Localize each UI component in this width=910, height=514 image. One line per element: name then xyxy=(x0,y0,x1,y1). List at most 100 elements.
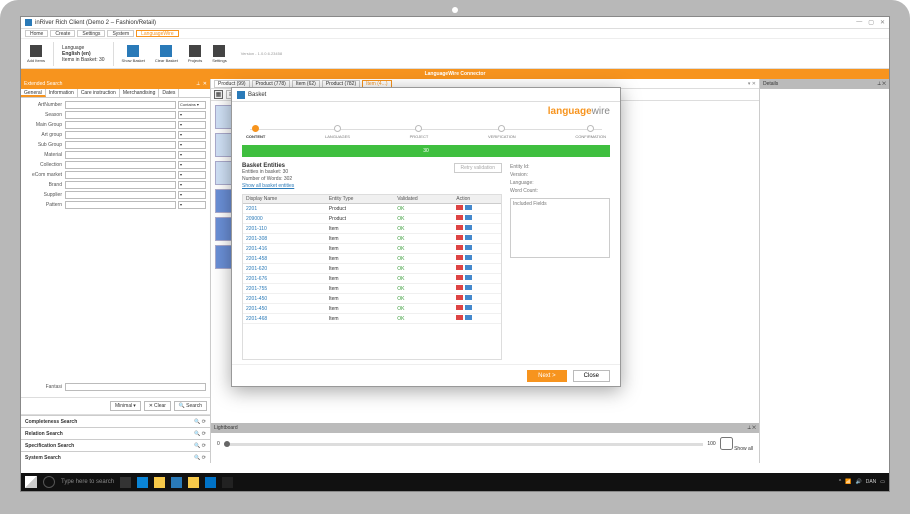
lightboard-header[interactable]: Lightboard⟂ ✕ xyxy=(211,423,759,433)
info-icon[interactable] xyxy=(465,225,472,230)
pin-icon[interactable]: ⟂ xyxy=(196,81,199,87)
language-selector[interactable]: LanguageEnglish (en) Items in Basket: 30 xyxy=(60,45,107,63)
table-row[interactable]: 2201-450ItemOK xyxy=(243,304,501,314)
clear-button[interactable]: ✕ Clear xyxy=(144,401,171,411)
explorer-icon[interactable] xyxy=(154,477,165,488)
system-tray[interactable]: ^ 📶 🔊 DAN ▭ xyxy=(839,479,885,485)
table-row[interactable]: 2201-110ItemOK xyxy=(243,224,501,234)
collapsed-system-search[interactable]: System Search🔍 ⟳ xyxy=(21,451,210,463)
show-all-link[interactable]: Show all basket entities xyxy=(242,183,294,189)
delete-icon[interactable] xyxy=(456,305,463,310)
info-icon[interactable] xyxy=(465,215,472,220)
field-input[interactable] xyxy=(65,141,176,149)
info-icon[interactable] xyxy=(465,255,472,260)
field-input[interactable] xyxy=(65,171,176,179)
close-icon[interactable]: ✕ xyxy=(880,19,885,26)
tab-merch[interactable]: Merchandising xyxy=(120,89,160,97)
retry-validation-button[interactable]: Retry validation xyxy=(454,163,502,173)
table-row[interactable]: 2201-755ItemOK xyxy=(243,284,501,294)
field-dropdown[interactable]: ▾ xyxy=(178,181,206,189)
delete-icon[interactable] xyxy=(456,285,463,290)
maximize-icon[interactable]: ▢ xyxy=(868,19,874,26)
field-input[interactable] xyxy=(65,101,176,109)
field-dropdown[interactable]: ▾ xyxy=(178,121,206,129)
info-icon[interactable] xyxy=(465,265,472,270)
delete-icon[interactable] xyxy=(456,245,463,250)
menu-languagewire[interactable]: LanguageWire xyxy=(136,30,179,37)
table-row[interactable]: 2201-450ItemOK xyxy=(243,294,501,304)
panel-close-icon[interactable]: ✕ xyxy=(203,81,207,87)
minimize-icon[interactable]: — xyxy=(856,19,862,26)
step-languages[interactable]: LANGUAGES xyxy=(325,125,350,139)
delete-icon[interactable] xyxy=(456,255,463,260)
step-project[interactable]: PROJECT xyxy=(410,125,429,139)
tray-chevron-icon[interactable]: ^ xyxy=(839,479,841,485)
delete-icon[interactable] xyxy=(456,205,463,210)
tab-care[interactable]: Care instruction xyxy=(78,89,120,97)
show-all-checkbox[interactable]: Show all xyxy=(720,437,753,452)
delete-icon[interactable] xyxy=(456,275,463,280)
step-content[interactable]: CONTENT xyxy=(246,125,265,139)
table-row[interactable]: 2201-308ItemOK xyxy=(243,234,501,244)
ribbon-settings-button[interactable]: Settings xyxy=(210,44,228,64)
delete-icon[interactable] xyxy=(456,225,463,230)
add-items-button[interactable]: Add Items xyxy=(25,44,47,64)
field-dropdown[interactable]: ▾ xyxy=(178,171,206,179)
field-input[interactable] xyxy=(65,201,176,209)
info-icon[interactable] xyxy=(465,205,472,210)
th-entitytype[interactable]: Entity Type xyxy=(326,195,394,204)
field-dropdown[interactable]: ▾ xyxy=(178,151,206,159)
delete-icon[interactable] xyxy=(456,235,463,240)
edge-icon[interactable] xyxy=(137,477,148,488)
field-dropdown[interactable]: ▾ xyxy=(178,131,206,139)
field-dropdown[interactable]: ▾ xyxy=(178,141,206,149)
th-validated[interactable]: Validated xyxy=(394,195,453,204)
tab-dates[interactable]: Dates xyxy=(159,89,179,97)
table-row[interactable]: 2201-416ItemOK xyxy=(243,244,501,254)
outlook-icon[interactable] xyxy=(205,477,216,488)
info-icon[interactable] xyxy=(465,285,472,290)
field-input[interactable] xyxy=(65,181,176,189)
show-basket-button[interactable]: Show Basket xyxy=(120,44,147,64)
info-icon[interactable] xyxy=(465,305,472,310)
minimal-dropdown[interactable]: Minimal ▾ xyxy=(110,401,141,411)
menu-settings[interactable]: Settings xyxy=(77,30,105,37)
info-icon[interactable] xyxy=(465,295,472,300)
th-displayname[interactable]: Display Name xyxy=(243,195,326,204)
table-row[interactable]: 2201-458ItemOK xyxy=(243,254,501,264)
info-icon[interactable] xyxy=(465,245,472,250)
delete-icon[interactable] xyxy=(456,315,463,320)
next-button[interactable]: Next > xyxy=(527,370,567,382)
tabs-dropdown-icon[interactable]: ▾ ✕ xyxy=(748,81,756,87)
close-button[interactable]: Close xyxy=(573,370,610,382)
clear-basket-button[interactable]: Clear Basket xyxy=(153,44,180,64)
field-dropdown[interactable]: ▾ xyxy=(178,191,206,199)
app-taskbar-icon[interactable] xyxy=(222,477,233,488)
fantasi-input[interactable] xyxy=(65,383,206,391)
step-confirmation[interactable]: CONFIRMATION xyxy=(575,125,606,139)
tray-network-icon[interactable]: 📶 xyxy=(845,479,851,485)
delete-icon[interactable] xyxy=(456,295,463,300)
field-input[interactable] xyxy=(65,151,176,159)
store-icon[interactable] xyxy=(171,477,182,488)
start-button[interactable] xyxy=(25,476,37,488)
tab-information[interactable]: Information xyxy=(46,89,78,97)
search-placeholder[interactable]: Type here to search xyxy=(61,479,114,485)
search-button[interactable]: 🔍 Search xyxy=(174,401,207,411)
table-row[interactable]: 2201ProductOK xyxy=(243,204,501,214)
tray-volume-icon[interactable]: 🔊 xyxy=(855,479,861,485)
collapsed-specification-search[interactable]: Specification Search🔍 ⟳ xyxy=(21,439,210,451)
menu-create[interactable]: Create xyxy=(50,30,75,37)
step-verification[interactable]: VERIFICATION xyxy=(488,125,516,139)
grid-view-icon[interactable]: ▦ xyxy=(214,90,223,99)
table-row[interactable]: 2201-676ItemOK xyxy=(243,274,501,284)
info-icon[interactable] xyxy=(465,315,472,320)
delete-icon[interactable] xyxy=(456,265,463,270)
info-icon[interactable] xyxy=(465,275,472,280)
zoom-slider[interactable] xyxy=(224,443,704,446)
field-input[interactable] xyxy=(65,191,176,199)
field-dropdown[interactable]: ▾ xyxy=(178,161,206,169)
field-input[interactable] xyxy=(65,131,176,139)
folder-icon[interactable] xyxy=(188,477,199,488)
collapsed-completeness-search[interactable]: Completeness Search🔍 ⟳ xyxy=(21,415,210,427)
